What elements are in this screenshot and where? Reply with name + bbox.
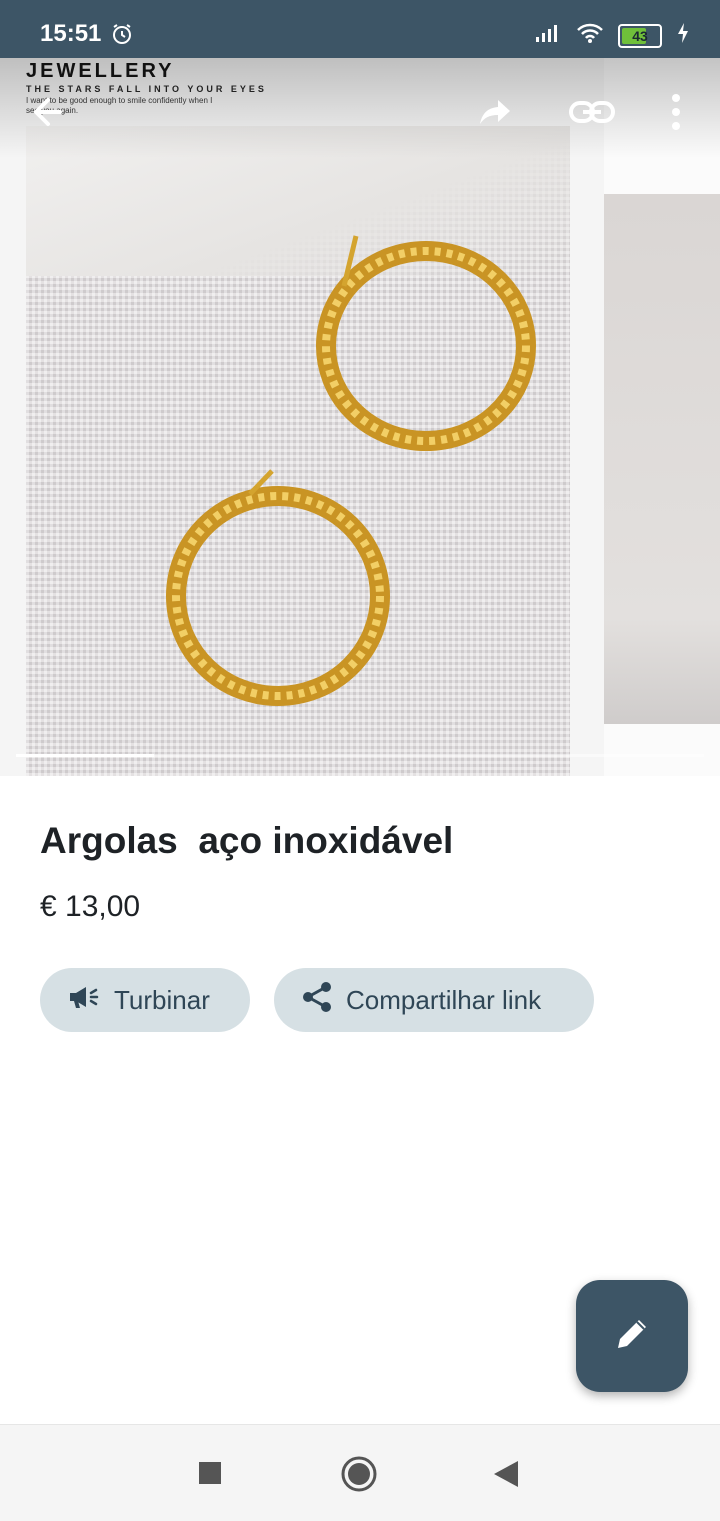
pencil-icon <box>612 1314 652 1359</box>
status-bar: 15:51 43 <box>0 0 720 58</box>
banner-logo: JEWELLERY <box>26 60 175 82</box>
banner-tagline: THE STARS FALL INTO YOUR EYES <box>26 84 267 94</box>
megaphone-icon <box>68 984 100 1017</box>
back-button[interactable] <box>492 1459 520 1494</box>
gallery-progress <box>16 754 704 757</box>
product-image[interactable] <box>26 126 570 776</box>
battery-level: 43 <box>632 27 648 44</box>
image-gallery[interactable]: JEWELLERY THE STARS FALL INTO YOUR EYES … <box>0 58 720 776</box>
product-price: € 13,00 <box>40 890 141 923</box>
next-slide-image <box>604 194 720 724</box>
share-icon <box>302 981 332 1020</box>
recents-button[interactable] <box>198 1461 222 1490</box>
boost-button[interactable]: Turbinar <box>40 968 250 1032</box>
more-options-icon[interactable] <box>666 94 686 135</box>
signal-icon <box>534 23 562 48</box>
home-button[interactable] <box>340 1455 378 1498</box>
next-slide-preview[interactable] <box>604 58 720 776</box>
share-forward-icon[interactable] <box>478 94 514 135</box>
boost-label: Turbinar <box>114 984 210 1015</box>
share-link-label: Compartilhar link <box>346 984 542 1015</box>
wifi-icon <box>576 22 604 49</box>
status-time: 15:51 <box>40 20 102 47</box>
battery-icon: 43 <box>618 23 662 48</box>
share-link-button[interactable]: Compartilhar link <box>274 968 594 1032</box>
gallery-progress-fill <box>16 754 154 757</box>
charging-icon <box>676 22 690 49</box>
earrings-image <box>166 235 536 706</box>
alarm-icon <box>110 22 134 51</box>
edit-fab[interactable] <box>576 1280 688 1392</box>
product-title: Argolas aço inoxidável <box>40 820 454 861</box>
system-nav-bar <box>0 1424 720 1521</box>
back-arrow-icon[interactable] <box>30 94 66 135</box>
link-icon[interactable] <box>568 94 616 135</box>
